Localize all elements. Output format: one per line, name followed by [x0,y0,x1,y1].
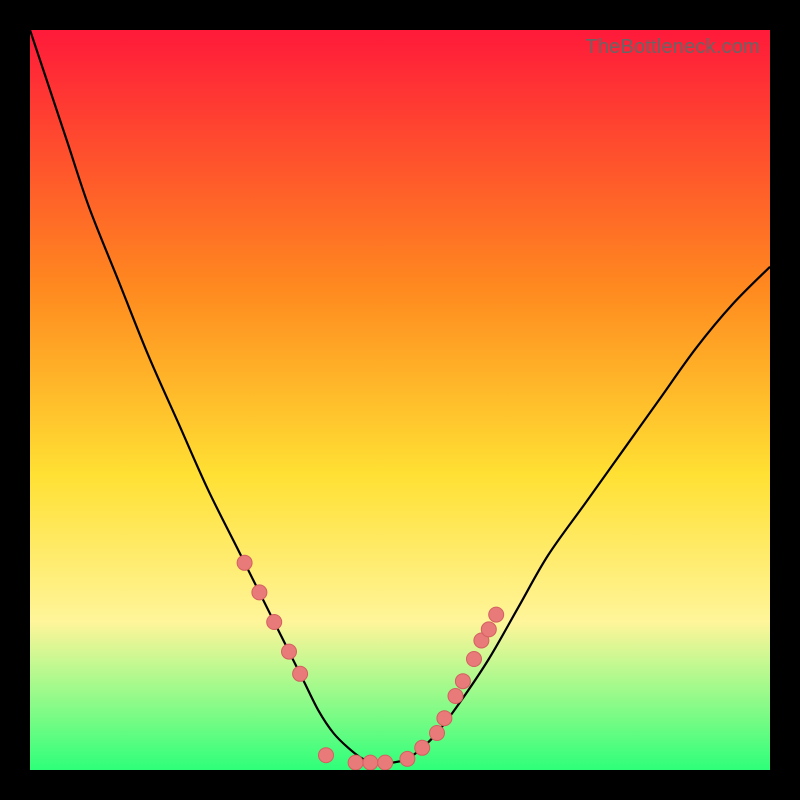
data-marker [415,740,430,755]
data-marker [378,755,393,770]
data-marker [481,622,496,637]
plot-area: TheBottleneck.com [30,30,770,770]
bottleneck-chart [30,30,770,770]
data-marker [237,555,252,570]
watermark-text: TheBottleneck.com [585,36,760,59]
data-marker [348,755,363,770]
data-marker [319,748,334,763]
chart-frame: TheBottleneck.com [0,0,800,800]
data-marker [252,585,267,600]
data-marker [437,711,452,726]
data-marker [455,674,470,689]
data-marker [489,607,504,622]
data-marker [430,726,445,741]
data-marker [467,652,482,667]
data-marker [448,689,463,704]
data-marker [400,751,415,766]
data-marker [282,644,297,659]
data-marker [267,615,282,630]
data-marker [293,666,308,681]
data-marker [363,755,378,770]
